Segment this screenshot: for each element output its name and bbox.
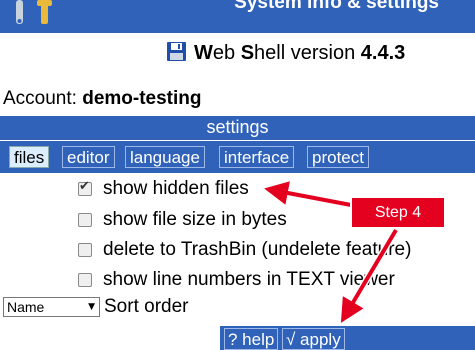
- step-callout: Step 4: [350, 196, 446, 229]
- annotation-arrows: [264, 181, 400, 323]
- arrow-to-hidden-files: [264, 181, 352, 207]
- arrow-to-apply: [340, 228, 398, 323]
